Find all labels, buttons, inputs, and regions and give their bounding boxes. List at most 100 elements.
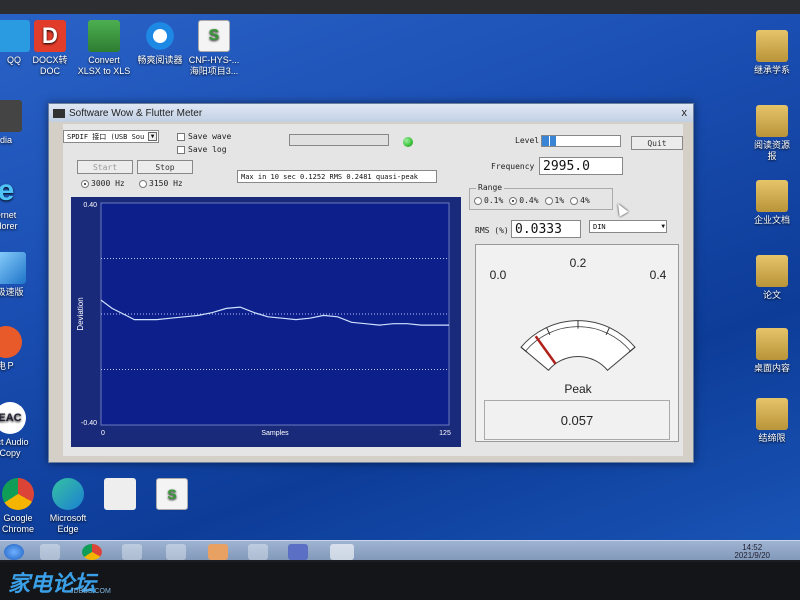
y-tick-label: 0.40 [83,202,97,209]
rate-3000-label: 3000 Hz [91,179,125,188]
folder-icon [756,30,788,62]
app-icon [53,108,65,118]
desktop-icon-label: act Audio Copy [0,437,29,458]
window-client: SPDIF 接口 (USB Sou ▼ Save wave Save log S… [63,124,683,456]
desktop-icon-spreadsheet[interactable]: S CNF-HYS-... 海阳项目3... [182,20,246,77]
save-log-label: Save log [188,145,227,154]
quit-button[interactable]: Quit [631,136,683,150]
range-radio-0[interactable]: 0.1% [474,196,503,205]
taskbar-teams-icon[interactable] [288,544,308,560]
status-text-field: Max in 10 sec 0.1252 RMS 0.2481 quasi-pe… [237,170,437,183]
range-radio-2[interactable]: 1% [544,196,564,205]
start-button[interactable]: Start [77,160,133,174]
folder-icon [756,255,788,287]
desktop-folder-2[interactable]: 阅读资源 报 [740,105,800,162]
rms-label: RMS (%) [475,226,509,235]
start-orb-icon[interactable] [4,544,24,560]
desktop-icon-app[interactable]: 电Ｐ [0,326,38,372]
taskbar-media-icon[interactable] [40,544,60,560]
input-device-select[interactable]: SPDIF 接口 (USB Sou ▼ [63,130,159,143]
meter-caption: Peak [564,382,592,396]
desktop-icon-media[interactable]: dia [0,100,38,146]
monitor-bezel-bottom [0,562,800,600]
app-icon [0,326,22,358]
frequency-label: Frequency [491,162,535,171]
deviation-chart: 0.40 -0.40 0 125 Samples Deviation [71,197,461,447]
desktop-icon-internet-explorer[interactable]: e ernet olorer [0,175,38,232]
stop-button[interactable]: Stop [137,160,193,174]
watermark-url: JDBBS.COM [70,588,111,595]
spreadsheet-icon: S [156,478,188,510]
desktop-icon-sheet[interactable]: S [140,478,204,513]
desktop-icon-convert-xlsx[interactable]: Convert XLSX to XLS [72,20,136,77]
wow-flutter-window: Software Wow & Flutter Meter x SPDIF 接口 … [48,103,694,463]
frequency-value: 2995.0 [543,158,590,174]
meter-tick-label: 0.2 [570,256,587,270]
range-group: Range 0.1% 0.4% 1% 4% [469,183,613,210]
folder-icon [756,398,788,430]
radio-dot [544,196,553,205]
desktop-icon-label: dia [0,135,12,145]
rate-3150-label: 3150 Hz [149,179,183,188]
folder-icon [756,105,788,137]
desktop-icon-label: 畅爽阅读器 [137,55,183,65]
desktop-icon-eac[interactable]: EAC act Audio Copy [0,402,42,459]
close-icon[interactable]: x [682,107,688,119]
taskbar-wow-flutter-icon[interactable] [330,544,354,560]
desktop-icon-speed[interactable]: 极速版 [0,252,42,298]
taskbar-chrome-icon[interactable] [82,544,102,560]
radio-dot [474,196,482,205]
taskbar-notes-icon[interactable] [208,544,228,560]
level-label: Level [515,136,540,145]
save-wave-label: Save wave [188,132,232,141]
radio-dot [509,196,518,205]
range-radio-label: 0.4% [519,196,539,205]
range-radio-1[interactable]: 0.4% [509,196,539,205]
chevron-down-icon: ▼ [148,132,157,141]
folder-icon [756,180,788,212]
window-titlebar[interactable]: Software Wow & Flutter Meter x [49,104,693,122]
media-icon [0,100,22,132]
weighting-select[interactable]: DIN ▼ [589,220,667,233]
desktop-folder-4[interactable]: 论文 [740,255,800,301]
desktop: QQ D DOCX转 DOC Convert XLSX to XLS 畅爽阅读器… [0,0,800,560]
desktop-folder-6[interactable]: 结缔限 [740,398,800,444]
range-radio-label: 0.1% [484,196,504,205]
input-device-value: SPDIF 接口 (USB Sou [67,132,145,141]
meter-tick-label: 0.0 [490,268,507,282]
taskbar-reader-icon[interactable] [248,544,268,560]
checkbox-box [177,132,185,141]
desktop-icon-label: 阅读资源 报 [753,140,790,161]
range-radio-3[interactable]: 4% [570,196,590,205]
desktop-folder-1[interactable]: 继承学系 [740,30,800,76]
desktop-icon-label: 电Ｐ [0,361,15,371]
checkbox-box [177,145,185,154]
taskbar-bird-icon[interactable] [122,544,142,560]
edge-icon [52,478,84,510]
rate-3000-radio[interactable]: 3000 Hz [81,179,125,188]
xlsx-converter-icon [88,20,120,52]
rate-3150-radio[interactable]: 3150 Hz [139,179,183,188]
desktop-folder-3[interactable]: 企业文档 [740,180,800,226]
desktop-icon-label: 企业文档 [753,215,790,225]
frequency-readout: 2995.0 [539,157,623,175]
taskbar: 14:52 2021/9/20 [0,540,800,560]
desktop-icon-label: 桌面内容 [753,363,790,373]
deviation-chart-svg: 0.40 -0.40 0 125 Samples Deviation [76,202,451,437]
desktop-folder-5[interactable]: 桌面内容 [740,328,800,374]
save-wave-checkbox[interactable]: Save wave [177,132,231,141]
y-axis-label: Deviation [76,297,85,330]
save-log-checkbox[interactable]: Save log [177,145,227,154]
status-text: Max in 10 sec 0.1252 RMS 0.2481 quasi-pe… [241,172,419,181]
desktop-icon-label: ernet olorer [0,210,18,231]
desktop-icon-label: 结缔限 [758,433,786,443]
desktop-icon-label: DOCX转 DOC [32,55,68,76]
y-tick-label: -0.40 [81,420,97,427]
taskbar-clock[interactable]: 14:52 2021/9/20 [734,544,770,560]
radio-dot [570,196,579,205]
taskbar-network-icon[interactable] [166,544,186,560]
range-radio-label: 4% [580,196,590,205]
x-tick-label: 0 [101,430,105,437]
reader-icon [144,20,176,52]
docx-converter-icon: D [34,20,66,52]
